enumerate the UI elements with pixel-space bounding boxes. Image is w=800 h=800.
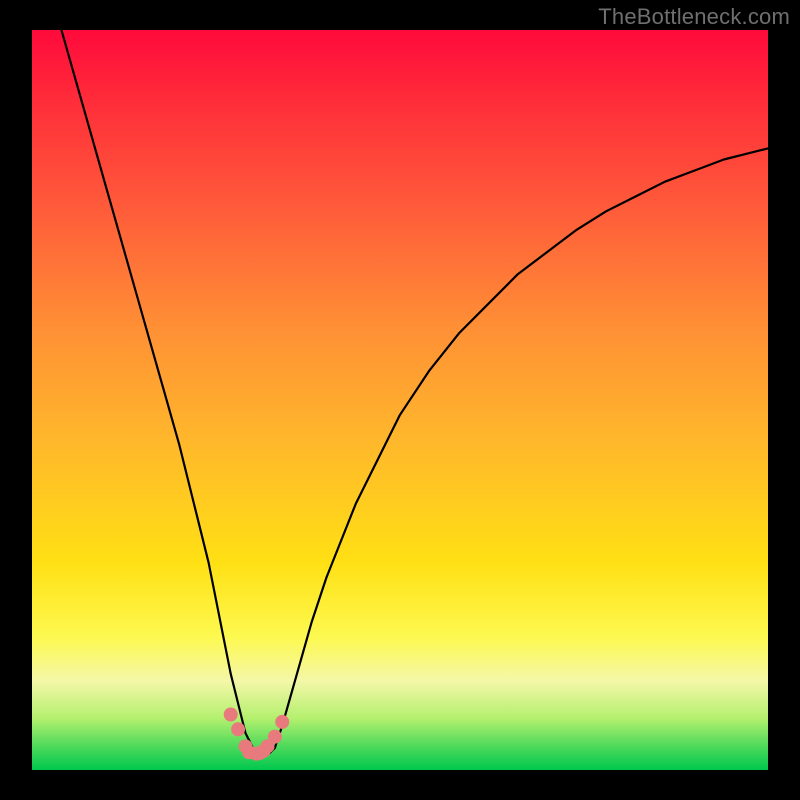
watermark-text: TheBottleneck.com [598,4,790,30]
chart-svg [32,30,768,770]
marker-dot [275,715,289,729]
near-zero-markers [224,708,290,761]
plot-area [32,30,768,770]
marker-dot [268,730,282,744]
chart-frame: TheBottleneck.com [0,0,800,800]
marker-dot [224,708,238,722]
marker-dot [231,722,245,736]
bottleneck-curve [61,30,768,755]
